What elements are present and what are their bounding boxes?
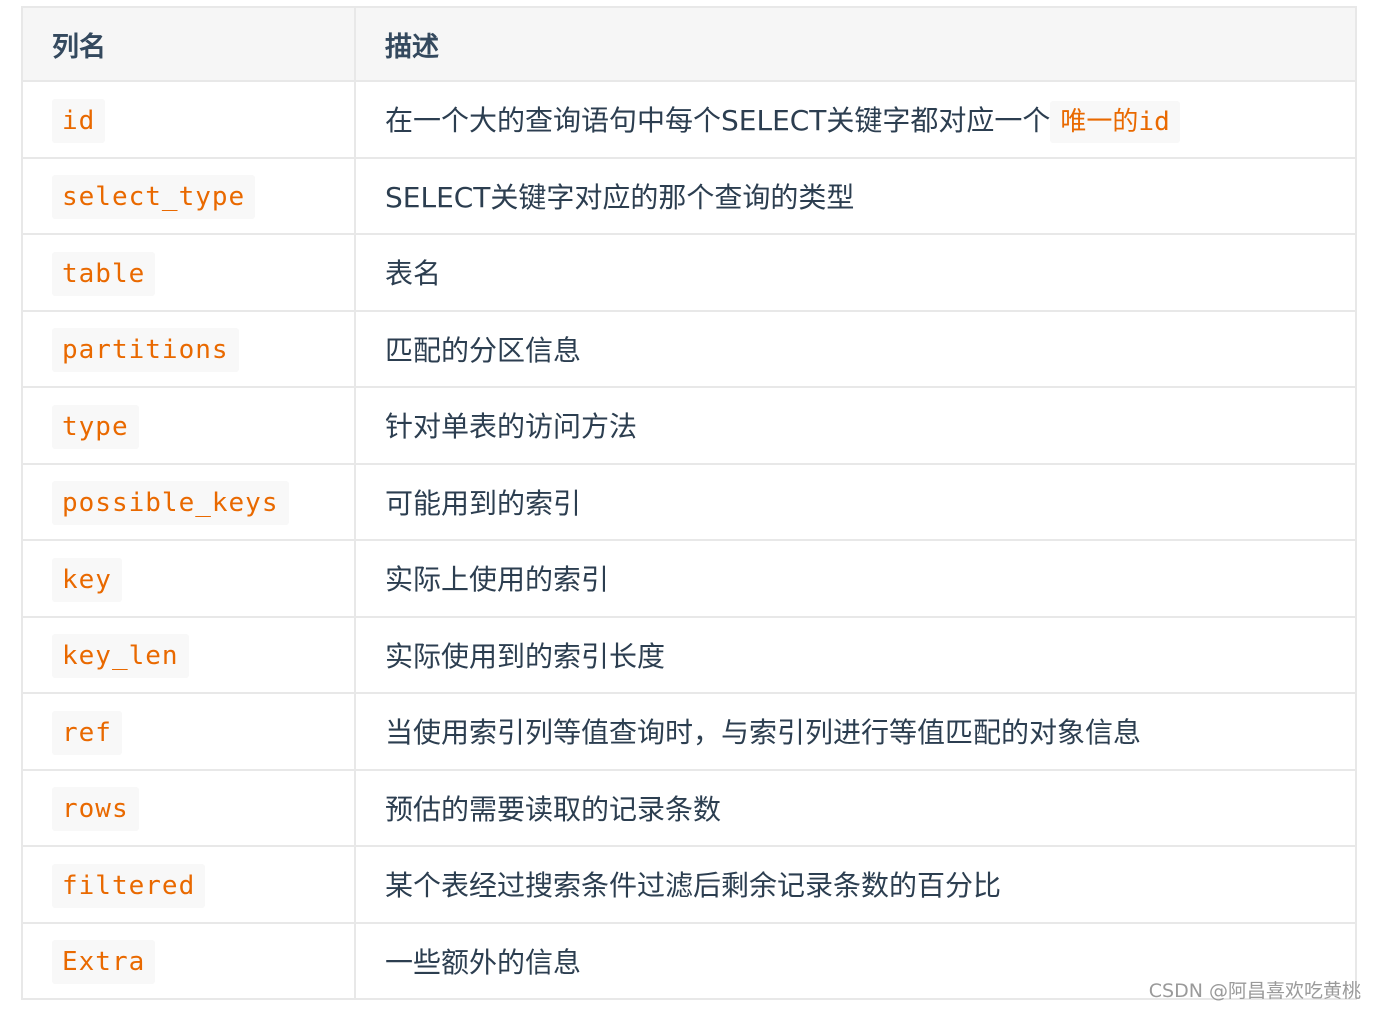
column-name-code: id <box>52 98 106 143</box>
column-name-cell: table <box>21 233 356 312</box>
table-row: id 在一个大的查询语句中每个SELECT关键字都对应一个 唯一的id <box>21 80 1357 159</box>
table-row: select_type SELECT关键字对应的那个查询的类型 <box>21 156 1357 235</box>
description-cell: 某个表经过搜索条件过滤后剩余记录条数的百分比 <box>354 845 1357 924</box>
column-name-cell: id <box>21 80 356 159</box>
table-row: partitions 匹配的分区信息 <box>21 309 1357 388</box>
column-header-description: 描述 <box>354 6 1357 82</box>
column-name-code: select_type <box>52 175 256 220</box>
description-cell: 匹配的分区信息 <box>354 309 1357 388</box>
column-name-cell: ref <box>21 692 356 771</box>
description-cell: 实际使用到的索引长度 <box>354 615 1357 694</box>
table-row: filtered 某个表经过搜索条件过滤后剩余记录条数的百分比 <box>21 845 1357 924</box>
description-cell: 实际上使用的索引 <box>354 539 1357 618</box>
column-name-code: ref <box>52 710 122 755</box>
column-name-code: partitions <box>52 328 239 373</box>
table-row: rows 预估的需要读取的记录条数 <box>21 768 1357 847</box>
header-row: 列名 描述 <box>21 6 1357 82</box>
description-cell: 表名 <box>354 233 1357 312</box>
table-row: key_len 实际使用到的索引长度 <box>21 615 1357 694</box>
column-name-code: filtered <box>52 863 206 908</box>
description-cell: SELECT关键字对应的那个查询的类型 <box>354 156 1357 235</box>
column-name-cell: key <box>21 539 356 618</box>
column-name-code: type <box>52 404 139 449</box>
description-cell: 预估的需要读取的记录条数 <box>354 768 1357 847</box>
column-name-cell: Extra <box>21 921 356 1000</box>
column-name-code: possible_keys <box>52 481 289 526</box>
column-name-cell: key_len <box>21 615 356 694</box>
description-inline-code: 唯一的id <box>1050 101 1180 144</box>
column-name-code: table <box>52 251 156 296</box>
table-row: table 表名 <box>21 233 1357 312</box>
column-name-cell: type <box>21 386 356 465</box>
data-table: 列名 描述 id 在一个大的查询语句中每个SELECT关键字都对应一个 唯一的id… <box>21 6 1357 1000</box>
column-name-code: rows <box>52 787 139 832</box>
table-row: possible_keys 可能用到的索引 <box>21 462 1357 541</box>
table-body: id 在一个大的查询语句中每个SELECT关键字都对应一个 唯一的id selec… <box>21 80 1357 1000</box>
description-text: 在一个大的查询语句中每个SELECT关键字都对应一个 <box>385 104 1051 138</box>
column-name-code: key <box>52 557 122 602</box>
column-name-cell: select_type <box>21 156 356 235</box>
column-name-code: Extra <box>52 940 156 985</box>
description-cell: 当使用索引列等值查询时，与索引列进行等值匹配的对象信息 <box>354 692 1357 771</box>
description-cell: 可能用到的索引 <box>354 462 1357 541</box>
description-cell: 针对单表的访问方法 <box>354 386 1357 465</box>
column-header-name: 列名 <box>21 6 356 82</box>
table-row: ref 当使用索引列等值查询时，与索引列进行等值匹配的对象信息 <box>21 692 1357 771</box>
description-cell: 在一个大的查询语句中每个SELECT关键字都对应一个 唯一的id <box>354 80 1357 159</box>
watermark: CSDN @阿昌喜欢吃黄桃 <box>1148 980 1361 1002</box>
column-name-cell: partitions <box>21 309 356 388</box>
table-header: 列名 描述 <box>21 6 1357 82</box>
column-name-cell: rows <box>21 768 356 847</box>
column-name-cell: filtered <box>21 845 356 924</box>
column-name-code: key_len <box>52 634 189 679</box>
column-name-cell: possible_keys <box>21 462 356 541</box>
table-row: type 针对单表的访问方法 <box>21 386 1357 465</box>
table-row: key 实际上使用的索引 <box>21 539 1357 618</box>
explain-columns-table: 列名 描述 id 在一个大的查询语句中每个SELECT关键字都对应一个 唯一的id… <box>21 6 1357 1000</box>
